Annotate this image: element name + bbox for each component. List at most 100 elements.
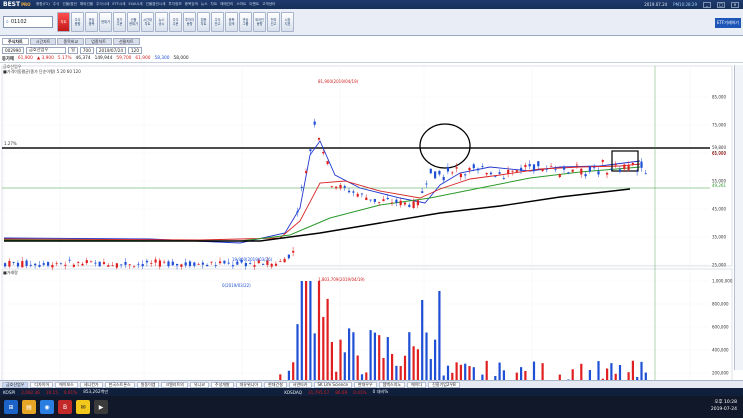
candle-body (98, 261, 101, 267)
date-display: 2019.07.24 (644, 2, 668, 7)
current-price-label: 61,900 (712, 151, 726, 156)
stock-tab[interactable]: 현대건설 (264, 381, 287, 388)
toolbar-button[interactable]: 차트 (57, 12, 70, 32)
candle-body (571, 169, 574, 172)
stock-tab[interactable]: 금호산업우 (2, 381, 29, 388)
toolbar-button[interactable]: 선물 현재가 (127, 12, 140, 32)
candle-body (244, 263, 247, 267)
candle-body (507, 169, 510, 174)
candle-body (464, 174, 467, 176)
toolbar-button[interactable]: 외국인 동향 (253, 12, 266, 32)
candle-body (567, 172, 570, 174)
explorer-icon[interactable]: ▤ (22, 400, 36, 414)
minimize-button[interactable]: _ (703, 1, 711, 8)
stock-tab[interactable]: 주성개발 (210, 381, 234, 388)
candle-body (455, 167, 458, 169)
toolbar-button[interactable]: 종목 검색 (225, 12, 238, 32)
menu-item[interactable]: 선물옵션시세 (146, 2, 166, 7)
menu-item[interactable]: 매매관리 (220, 2, 233, 7)
price-tick-label: 85,000 (712, 95, 726, 100)
stock-tab[interactable]: 대유위니아 (235, 381, 263, 388)
toolbar-button[interactable]: 호가 주문 (113, 12, 126, 32)
stock-tab[interactable]: 크엘리트의 (161, 381, 188, 388)
menu-item[interactable]: 종목검색 (185, 2, 198, 7)
candle-body (322, 151, 325, 154)
stock-tab[interactable]: 진흥기업2우B (428, 381, 460, 388)
interval-select[interactable]: 일 (68, 46, 78, 54)
menu-item[interactable]: 선물/옵션 (62, 2, 76, 7)
menu-item[interactable]: ETF시세 (112, 2, 125, 7)
low-value: 58,300 (154, 56, 170, 61)
stock-tab[interactable]: 원동이엠 (136, 381, 160, 388)
stock-tab[interactable]: 에이다 (407, 381, 427, 388)
candle-body (623, 164, 626, 170)
toolbar-button[interactable]: 주식 잔고 (211, 12, 224, 32)
stock-tab[interactable]: 서연타카 (288, 381, 312, 388)
toolbar-button[interactable]: 관심 종목 (85, 12, 98, 32)
menu-item[interactable]: 주식시세 (96, 2, 109, 7)
browser-icon[interactable]: ◉ (40, 400, 54, 414)
menu-item[interactable]: 스마트 (236, 2, 246, 7)
menu-item[interactable]: 해외선물 (80, 2, 93, 7)
stock-tab[interactable]: 현대우우 (353, 381, 377, 388)
menu-item[interactable]: 뉴스 (201, 2, 208, 7)
candle-body (421, 191, 424, 193)
toolbar-button[interactable]: 투자자 동향 (183, 12, 196, 32)
candle-body (188, 261, 192, 267)
menu-item[interactable]: 투자정보 (168, 2, 181, 7)
stock-tab[interactable]: 디자이어 (30, 381, 54, 388)
candle-body (42, 263, 45, 265)
chart-tab[interactable]: 시간차트 (29, 38, 57, 45)
count-field-2[interactable]: 120 (128, 46, 142, 54)
menu-item[interactable]: 이벤트 (249, 2, 259, 7)
date-field[interactable]: 2019/07/24 (95, 46, 126, 54)
start-icon[interactable]: ⊞ (4, 400, 18, 414)
stock-tab[interactable]: 세니컨가 (79, 381, 103, 388)
chart-tab[interactable]: 주식차트 (2, 38, 29, 45)
stock-tab[interactable]: 유니코 (189, 381, 209, 388)
chart-tab[interactable]: 종목비교 (57, 38, 85, 45)
menu-item[interactable]: 차트 (211, 2, 218, 7)
toolbar-button[interactable]: 주식 주문 (169, 12, 182, 32)
toolbar-button[interactable]: 현재가 (99, 12, 112, 32)
candle-body (614, 164, 617, 166)
toolbar-button[interactable]: 뉴스 공시 (155, 12, 168, 32)
toolbar-button[interactable]: 시장 지표 (281, 12, 294, 32)
stock-code-field[interactable]: 002990 (2, 46, 24, 54)
menu-item[interactable]: 주식 (53, 2, 60, 7)
toolbar-button[interactable]: 시간대 차트 (141, 12, 154, 32)
chart-tab[interactable]: 업종차트 (85, 38, 112, 45)
toolbar-button[interactable]: 전자 신고 (267, 12, 280, 32)
candle-body (429, 168, 432, 174)
stock-tab[interactable]: 에이보스 (55, 381, 78, 388)
stock-tab[interactable]: SK Life Science (313, 381, 352, 388)
stock-tab[interactable]: 젬백스지노 (378, 381, 406, 388)
etf-trade-button[interactable]: ETF거래하기 (715, 18, 741, 28)
menu-item[interactable]: 종합(F2) (36, 2, 50, 7)
media-icon[interactable]: ▶ (94, 400, 108, 414)
stock-chart[interactable]: 85,00075,00065,00055,00045,00035,00025,0… (0, 63, 743, 406)
high-annotation: 81,900(2019/04/19) (318, 79, 359, 84)
stock-name-field[interactable]: 금호산업우 (26, 46, 66, 54)
candle-body (472, 164, 475, 169)
candle-body (563, 167, 566, 170)
chart-tab[interactable]: 선물차트 (112, 38, 140, 45)
menu-item[interactable]: 고객센터 (262, 2, 275, 7)
candle-body (29, 264, 32, 266)
kosdaq-change: 86.69 (335, 389, 348, 395)
candle-body (90, 261, 93, 263)
search-value: 01102 (10, 19, 27, 25)
stock-search-input[interactable]: ⌕ 01102 (3, 16, 53, 28)
app-icon[interactable]: B (58, 400, 72, 414)
close-button[interactable]: × (731, 1, 739, 8)
toolbar-button[interactable]: 주식 종합 (71, 12, 84, 32)
toolbar-button[interactable]: 업종 차트 (197, 12, 210, 32)
menu-item[interactable]: ELW시세 (128, 2, 142, 7)
maximize-button[interactable]: □ (717, 1, 725, 8)
amount-value: 149,944 (94, 56, 113, 61)
toolbar-button[interactable]: 관심 그룹 (239, 12, 252, 32)
chat-icon[interactable]: ✉ (76, 400, 90, 414)
kospi-label: KOSPI (3, 389, 16, 395)
stock-tab[interactable]: 한국스트론스 (104, 381, 135, 388)
count-field[interactable]: 700 (79, 46, 94, 54)
